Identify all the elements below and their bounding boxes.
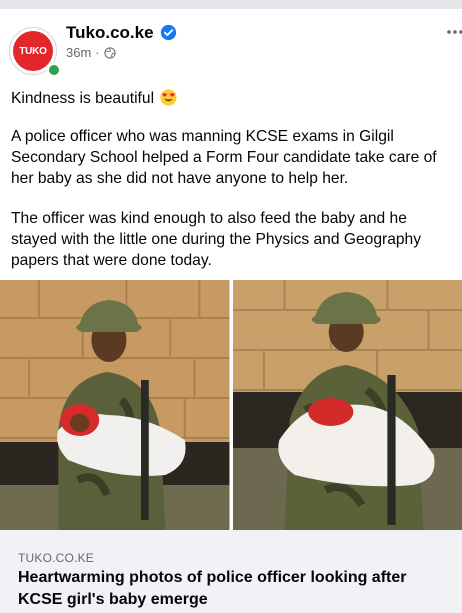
post-timestamp[interactable]: 36m xyxy=(66,45,91,60)
post-text-line1: Kindness is beautiful xyxy=(11,88,456,109)
more-options-icon[interactable] xyxy=(446,25,462,39)
top-divider xyxy=(0,0,462,9)
photo-left[interactable] xyxy=(0,280,230,530)
globe-icon xyxy=(104,46,116,59)
online-status-dot xyxy=(47,63,61,77)
meta-separator: · xyxy=(95,45,100,60)
heart-eyes-emoji-icon xyxy=(160,89,177,106)
post-header: TUKO Tuko.co.ke 36m · xyxy=(0,9,462,77)
verified-badge-icon xyxy=(160,24,177,41)
tuko-logo: TUKO xyxy=(13,31,53,71)
page-name-link[interactable]: Tuko.co.ke xyxy=(66,23,154,43)
photo-right[interactable] xyxy=(232,280,462,530)
post-paragraph-1: A police officer who was manning KCSE ex… xyxy=(11,128,437,187)
post-photos xyxy=(0,280,462,530)
post-meta: 36m · xyxy=(66,45,116,60)
link-domain: TUKO.CO.KE xyxy=(18,551,95,565)
avatar-logo-text: TUKO xyxy=(19,45,47,57)
post-paragraph-2: The officer was kind enough to also feed… xyxy=(11,210,422,269)
link-headline[interactable]: Heartwarming photos of police officer lo… xyxy=(18,567,448,611)
link-preview-card[interactable]: TUKO.CO.KE Heartwarming photos of police… xyxy=(0,530,462,613)
post-caption: Kindness is beautiful xyxy=(11,90,155,107)
